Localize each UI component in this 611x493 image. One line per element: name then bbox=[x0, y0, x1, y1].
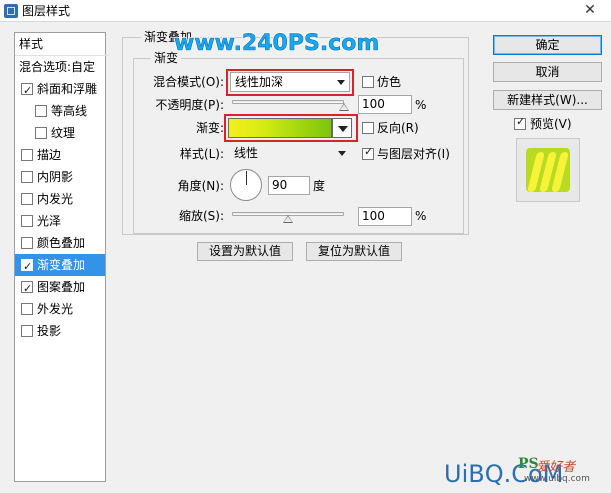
opacity-unit: % bbox=[415, 98, 427, 112]
scale-label: 缩放(S): bbox=[178, 209, 224, 223]
style-item[interactable]: 描边 bbox=[15, 144, 105, 166]
style-item-label: 图案叠加 bbox=[37, 280, 86, 294]
blending-options-item[interactable]: 混合选项:自定 bbox=[15, 56, 109, 78]
styles-header[interactable]: 样式 bbox=[15, 33, 109, 56]
site-logo-cn: 爱好者 bbox=[536, 460, 576, 475]
style-item-checkbox[interactable] bbox=[21, 215, 33, 227]
reverse-label: 反向(R) bbox=[377, 121, 419, 135]
style-item[interactable]: 光泽 bbox=[15, 210, 105, 232]
style-item[interactable]: 斜面和浮雕 bbox=[15, 78, 105, 102]
style-item-checkbox[interactable] bbox=[21, 171, 33, 183]
style-item-label: 外发光 bbox=[37, 302, 74, 316]
style-item-checkbox[interactable] bbox=[21, 193, 33, 205]
style-item-checkbox[interactable] bbox=[21, 325, 33, 337]
gradient-label: 渐变: bbox=[195, 121, 224, 135]
scale-slider-thumb[interactable] bbox=[283, 215, 293, 223]
style-item[interactable]: 等高线 bbox=[15, 100, 105, 122]
style-item-label: 颜色叠加 bbox=[37, 236, 86, 250]
title-bar: 图层样式 ✕ bbox=[0, 0, 611, 22]
gradient-dropdown-button[interactable] bbox=[332, 118, 352, 138]
opacity-slider-thumb[interactable] bbox=[339, 103, 349, 111]
blend-mode-label: 混合模式(O): bbox=[153, 75, 224, 89]
reverse-checkbox[interactable] bbox=[362, 122, 374, 134]
style-item[interactable]: 投影 bbox=[15, 320, 105, 342]
style-label: 样式(L): bbox=[179, 147, 224, 161]
style-item-checkbox[interactable] bbox=[21, 256, 33, 278]
style-item-label: 斜面和浮雕 bbox=[37, 82, 98, 96]
style-item-checkbox[interactable] bbox=[21, 237, 33, 249]
style-item[interactable]: 纹理 bbox=[15, 122, 105, 144]
style-item-label: 等高线 bbox=[51, 104, 88, 118]
style-item[interactable]: 颜色叠加 bbox=[15, 232, 105, 254]
photoshop-app-icon bbox=[4, 4, 18, 18]
angle-input[interactable]: 90 bbox=[268, 176, 310, 195]
site-logo: UiBQ.CoM PS 爱好者 www.uibq.com bbox=[444, 454, 608, 490]
reset-default-button[interactable]: 复位为默认值 bbox=[306, 242, 402, 261]
chevron-down-icon bbox=[337, 80, 345, 85]
style-item-label: 纹理 bbox=[51, 126, 76, 140]
ok-button[interactable]: 确定 bbox=[493, 35, 602, 55]
style-item-checkbox[interactable] bbox=[21, 278, 33, 300]
opacity-label: 不透明度(P): bbox=[155, 98, 224, 112]
style-item-label: 投影 bbox=[37, 324, 62, 338]
dither-label: 仿色 bbox=[377, 75, 402, 89]
style-item-label: 内阴影 bbox=[37, 170, 74, 184]
chevron-down-icon bbox=[338, 151, 346, 156]
site-logo-url: www.uibq.com bbox=[524, 474, 590, 484]
style-item[interactable]: 渐变叠加 bbox=[15, 254, 105, 278]
styles-list-panel: 样式 混合选项:自定 斜面和浮雕等高线纹理描边内阴影内发光光泽颜色叠加渐变叠加图… bbox=[14, 32, 109, 482]
dither-checkbox[interactable] bbox=[362, 76, 374, 88]
style-item-checkbox[interactable] bbox=[35, 105, 47, 117]
scale-input[interactable]: 100 bbox=[358, 207, 412, 226]
scale-unit: % bbox=[415, 209, 427, 223]
site-watermark: www.240PS.com bbox=[174, 31, 380, 57]
style-item-label: 光泽 bbox=[37, 214, 62, 228]
angle-unit: 度 bbox=[313, 179, 326, 193]
gradient-picker-swatch[interactable] bbox=[228, 118, 332, 138]
style-item[interactable]: 内发光 bbox=[15, 188, 105, 210]
style-item-checkbox[interactable] bbox=[21, 80, 33, 102]
preview-swatch bbox=[526, 148, 570, 192]
style-select[interactable]: 线性 bbox=[230, 144, 350, 164]
style-item-label: 渐变叠加 bbox=[37, 258, 86, 272]
align-with-layer-checkbox[interactable] bbox=[362, 145, 374, 160]
style-value: 线性 bbox=[234, 146, 259, 160]
angle-dial-indicator bbox=[246, 171, 247, 185]
new-style-button[interactable]: 新建样式(W)... bbox=[493, 90, 602, 110]
style-item-label: 描边 bbox=[37, 148, 62, 162]
make-default-button[interactable]: 设置为默认值 bbox=[197, 242, 293, 261]
style-preview-thumbnail bbox=[516, 138, 580, 202]
style-item-label: 内发光 bbox=[37, 192, 74, 206]
style-item-checkbox[interactable] bbox=[21, 149, 33, 161]
cancel-button[interactable]: 取消 bbox=[493, 62, 602, 82]
preview-label: 预览(V) bbox=[530, 117, 572, 131]
opacity-input[interactable]: 100 bbox=[358, 95, 412, 114]
opacity-slider-track[interactable] bbox=[232, 100, 344, 104]
angle-label: 角度(N): bbox=[177, 179, 224, 193]
style-item[interactable]: 内阴影 bbox=[15, 166, 105, 188]
preview-checkbox[interactable] bbox=[514, 115, 526, 130]
blend-mode-select[interactable]: 线性加深 bbox=[230, 72, 350, 92]
angle-dial[interactable] bbox=[230, 169, 262, 201]
style-item-checkbox[interactable] bbox=[35, 127, 47, 139]
align-with-layer-label: 与图层对齐(I) bbox=[377, 147, 450, 161]
style-item[interactable]: 外发光 bbox=[15, 298, 105, 320]
triangle-down-icon bbox=[338, 126, 348, 132]
close-button[interactable]: ✕ bbox=[573, 1, 607, 20]
window-title: 图层样式 bbox=[22, 4, 71, 18]
style-item[interactable]: 图案叠加 bbox=[15, 276, 105, 300]
style-item-checkbox[interactable] bbox=[21, 303, 33, 315]
blend-mode-value: 线性加深 bbox=[235, 75, 284, 89]
